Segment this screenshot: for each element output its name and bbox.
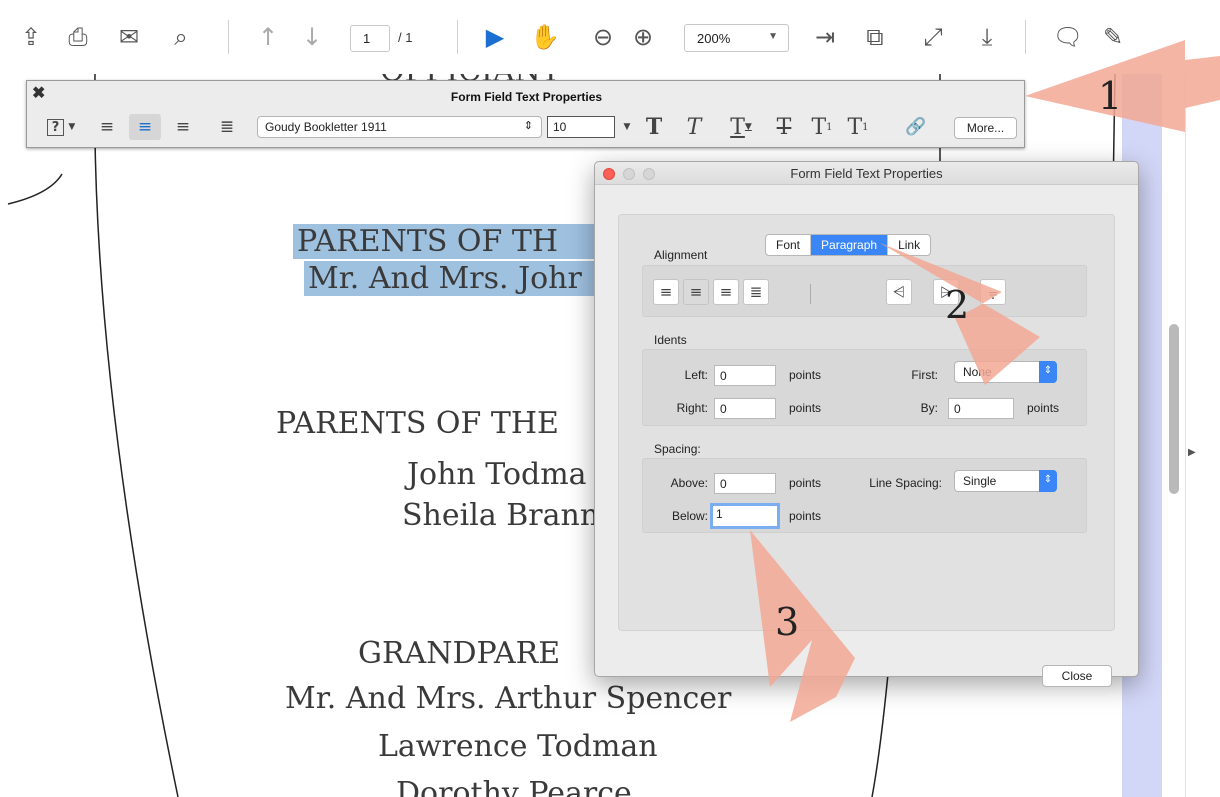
annotation-arrow-3	[750, 530, 855, 722]
annotation-number-2: 2	[945, 283, 970, 327]
annotation-number-3: 3	[775, 600, 800, 644]
annotation-arrow-1	[1025, 40, 1220, 132]
annotation-number-1: 1	[1098, 74, 1123, 118]
annotation-arrows	[750, 40, 1220, 722]
